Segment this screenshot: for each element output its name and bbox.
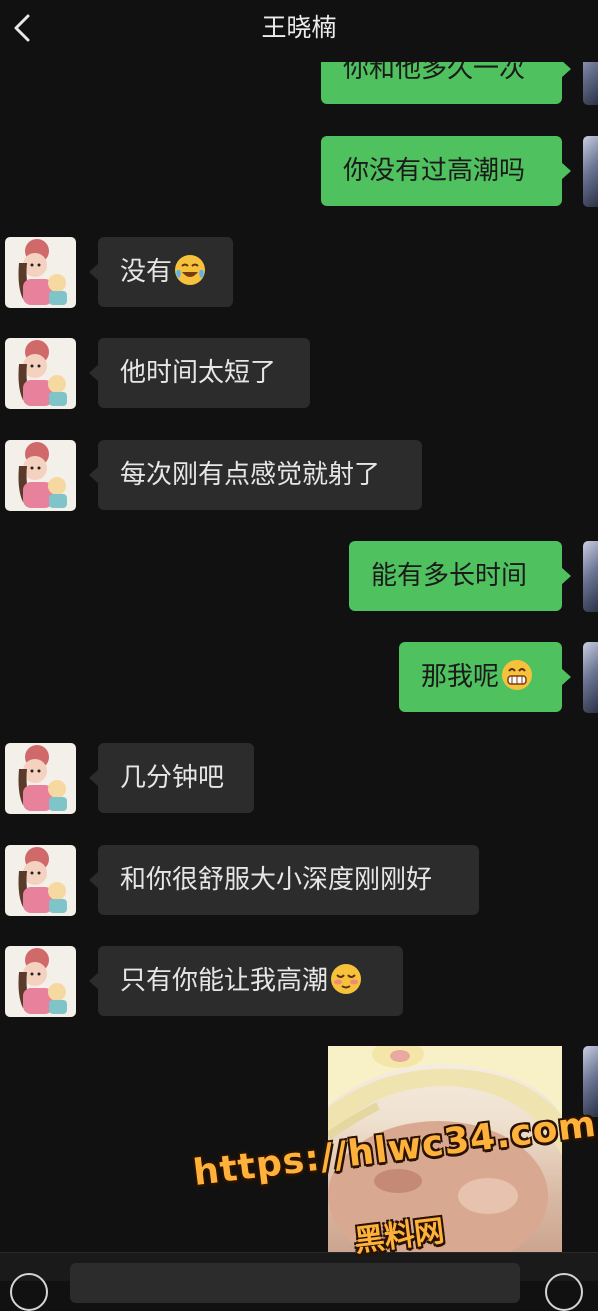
avatar-cartoon-icon [18, 340, 67, 406]
chat-header: 王晓楠 [0, 0, 598, 62]
message-bubble-in[interactable]: 他时间太短了 [89, 338, 310, 408]
page-title: 王晓楠 [261, 13, 337, 42]
my-avatar[interactable] [583, 136, 598, 207]
blushing-emoji-icon [331, 964, 362, 994]
contact-avatar[interactable] [5, 338, 76, 409]
my-avatar[interactable] [583, 642, 598, 713]
grinning-emoji-icon [502, 660, 533, 690]
contact-avatar[interactable] [5, 845, 76, 916]
avatar-cartoon-icon [18, 239, 67, 305]
message-text: 没有 [120, 257, 173, 287]
avatar-cartoon-icon [18, 745, 67, 811]
contact-avatar[interactable] [5, 237, 76, 308]
watermark-site-name: 黑料网 [352, 1213, 447, 1260]
crying-laughing-emoji-icon [175, 255, 206, 285]
emoji-icon[interactable] [545, 1273, 583, 1311]
message-text: 他时间太短了 [120, 358, 277, 388]
voice-icon[interactable] [10, 1273, 48, 1311]
avatar-cartoon-icon [18, 948, 67, 1014]
contact-avatar[interactable] [5, 743, 76, 814]
message-input[interactable] [70, 1263, 520, 1303]
message-text: 你没有过高潮吗 [343, 156, 526, 186]
message-bubble-in[interactable]: 只有你能让我高潮 [89, 946, 403, 1016]
message-bubble-out[interactable]: 你没有过高潮吗 [321, 136, 571, 206]
chat-area: 你和他多久一次 你没有过高潮吗 没有 他时间太短了 每次刚有点感觉就射了 能有多… [0, 0, 598, 1280]
message-text: 能有多长时间 [371, 561, 528, 591]
message-text: 和你很舒服大小深度刚刚好 [120, 865, 433, 895]
contact-avatar[interactable] [5, 440, 76, 511]
message-text: 每次刚有点感觉就射了 [120, 460, 381, 490]
message-bubble-in[interactable]: 每次刚有点感觉就射了 [89, 440, 422, 510]
message-bubble-out[interactable]: 能有多长时间 [349, 541, 571, 611]
message-text: 那我呢 [421, 662, 500, 692]
message-bubble-in[interactable]: 几分钟吧 [89, 743, 254, 813]
watermark: https://hlwc34.com 黑料网 [191, 1104, 598, 1263]
avatar-cartoon-icon [18, 442, 67, 508]
avatar-cartoon-icon [18, 847, 67, 913]
message-bubble-in[interactable]: 没有 [89, 237, 233, 307]
message-text: 只有你能让我高潮 [120, 966, 329, 996]
my-avatar[interactable] [583, 541, 598, 612]
message-bubble-out[interactable]: 那我呢 [399, 642, 571, 712]
contact-avatar[interactable] [5, 946, 76, 1017]
message-text: 几分钟吧 [120, 763, 225, 793]
message-bubble-in[interactable]: 和你很舒服大小深度刚刚好 [89, 845, 479, 915]
